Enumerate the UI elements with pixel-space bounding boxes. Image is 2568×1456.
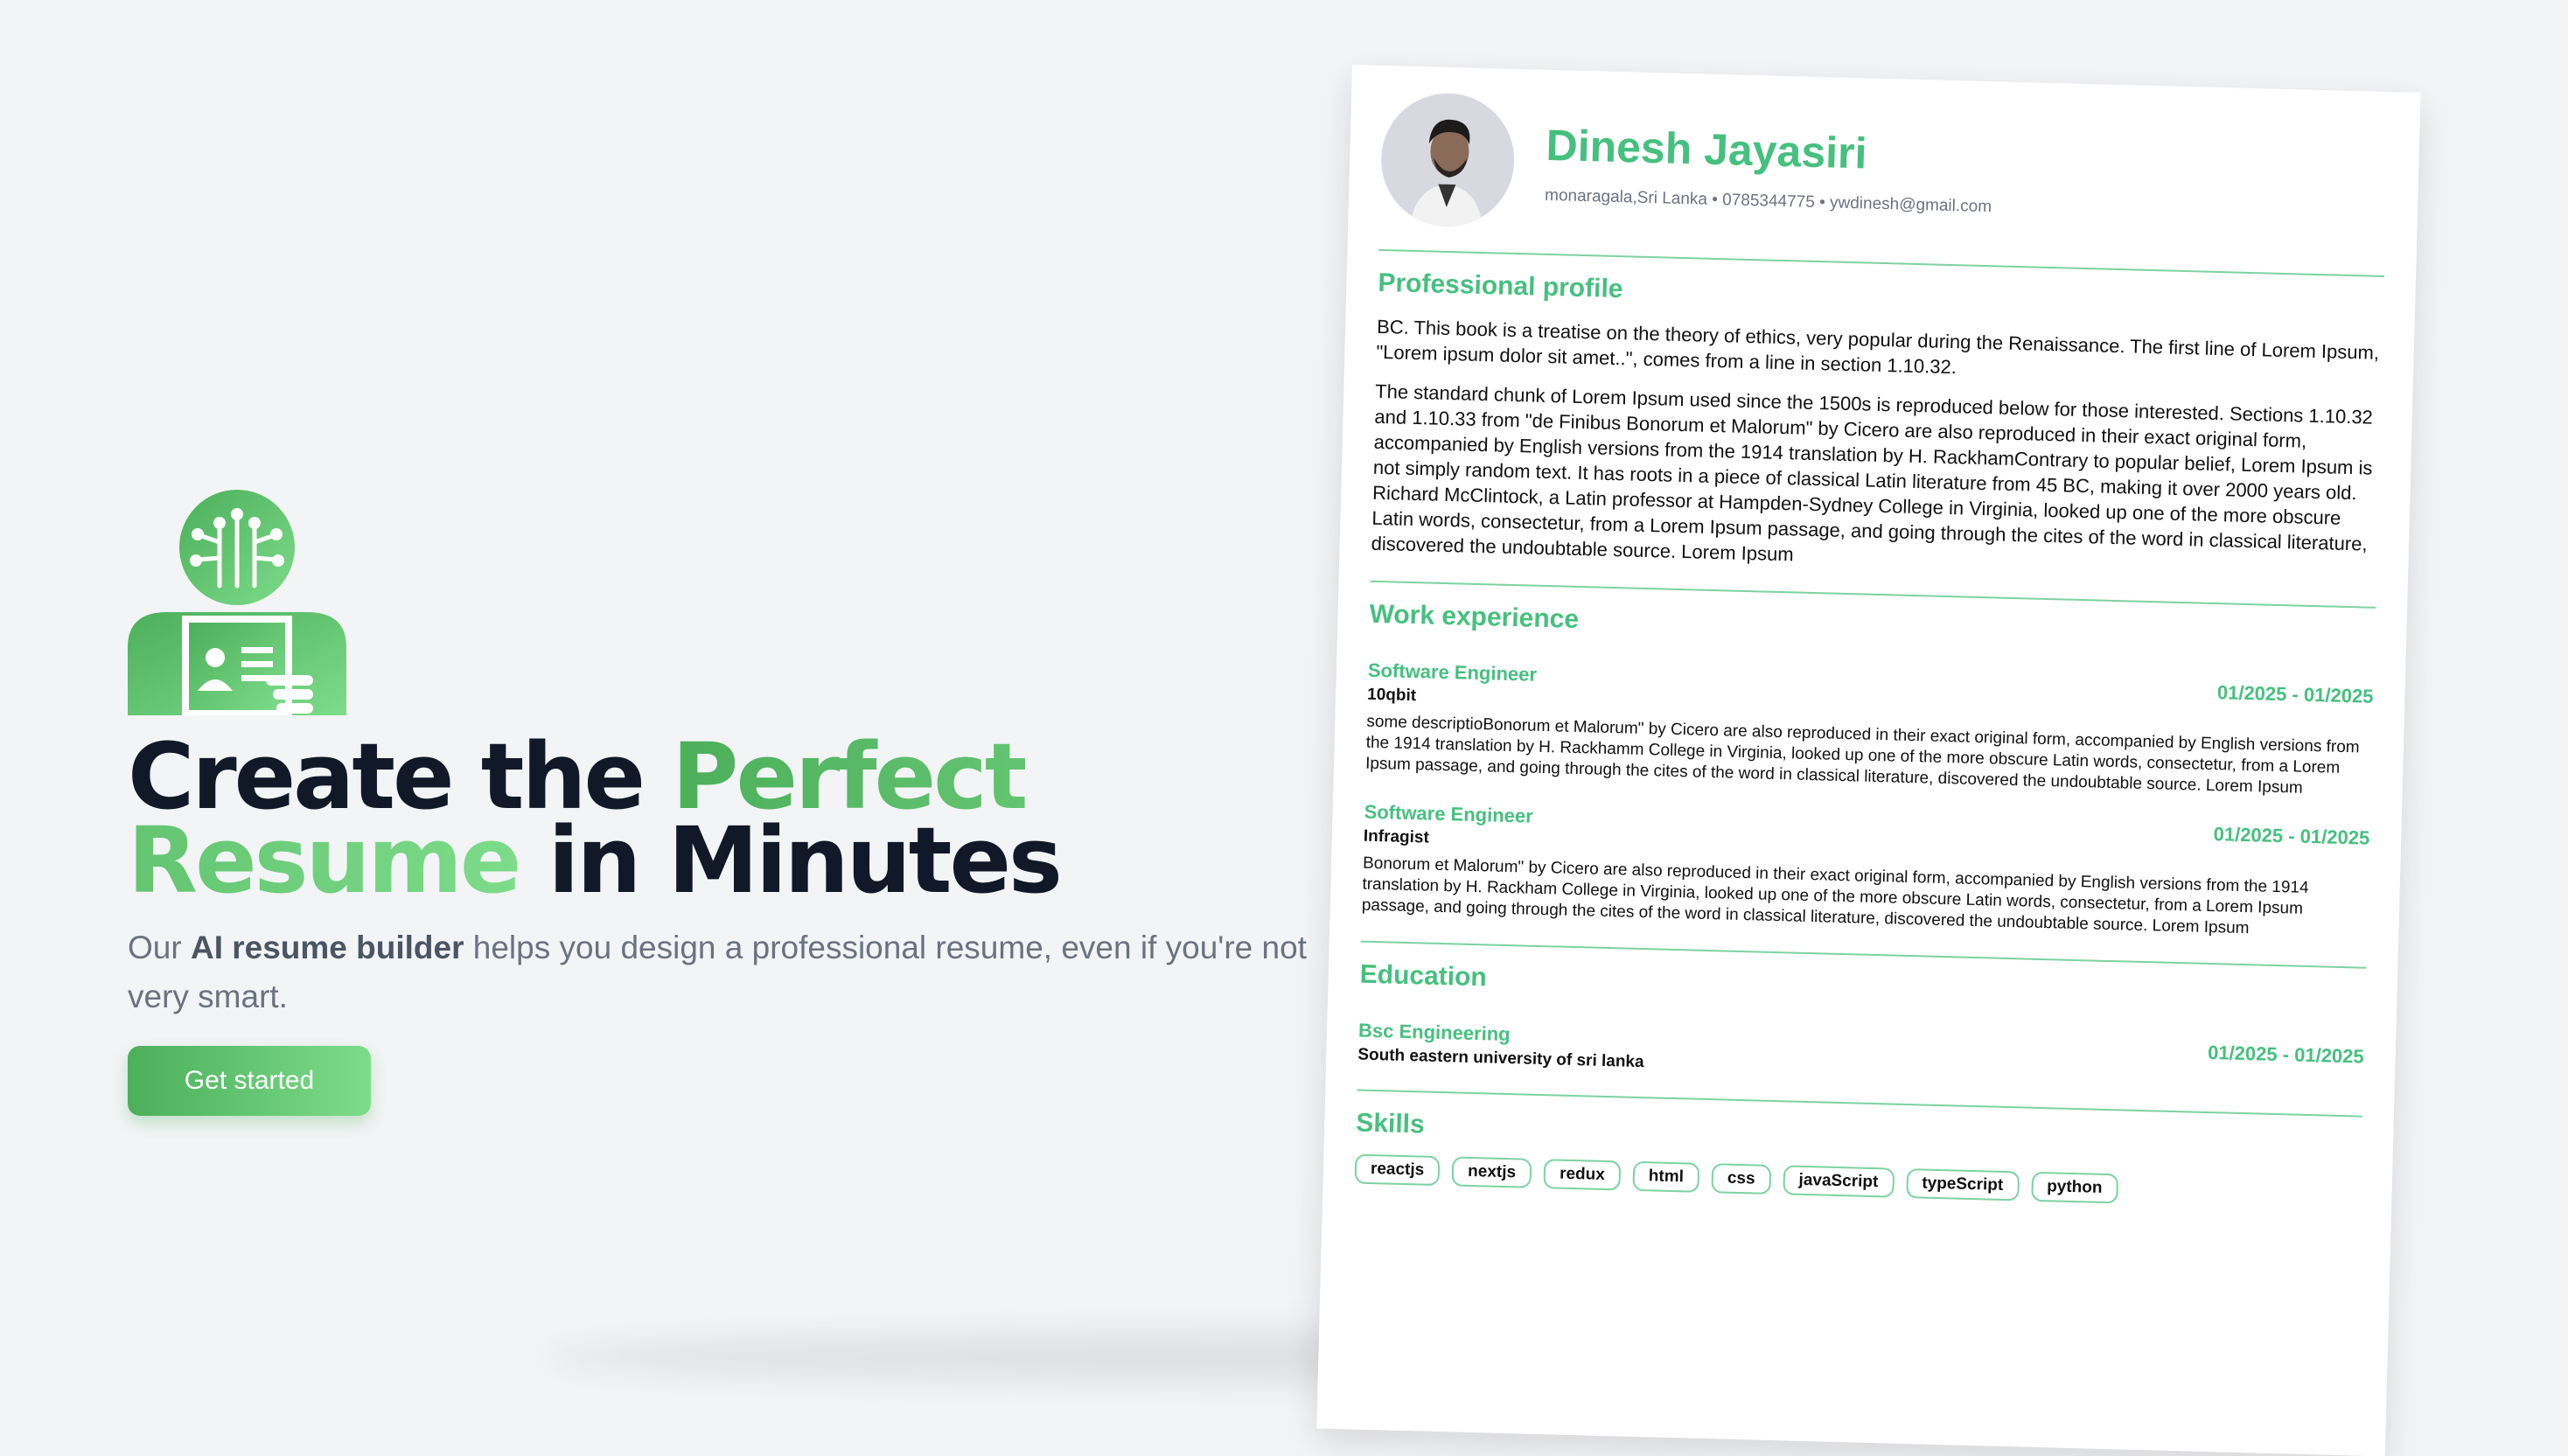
- hero-title: Create the Perfect Resume in Minutes: [128, 731, 1352, 906]
- skill-tag: typeScript: [1905, 1168, 2020, 1202]
- job-title: Software Engineer: [1364, 800, 1534, 827]
- work-item: Software Engineer 10qbit 01/2025 - 01/20…: [1365, 645, 2374, 801]
- ai-resume-robot-icon: [128, 490, 346, 715]
- hero-subtitle: Our AI resume builder helps you design a…: [128, 923, 1317, 1021]
- degree: Bsc Engineering: [1357, 1019, 1511, 1046]
- hero-subtitle-bold: AI resume builder: [190, 930, 464, 965]
- skills-section: Skills reactjs nextjs redux html css jav…: [1354, 1108, 2362, 1210]
- job-date: 01/2025 - 01/2025: [2216, 681, 2374, 707]
- resume-preview: Dinesh Jayasiri monaragala,Sri Lanka • 0…: [1316, 65, 2421, 1456]
- skills-list: reactjs nextjs redux html css javaScript…: [1354, 1153, 2361, 1210]
- skill-tag: python: [2030, 1171, 2118, 1204]
- job-company: Infragist: [1363, 826, 1430, 847]
- education-item: Bsc Engineering South eastern university…: [1357, 1006, 2364, 1091]
- profile-paragraph: BC. This book is a treatise on the theor…: [1376, 315, 2380, 379]
- profile-section: Professional profile BC. This book is a …: [1371, 268, 2383, 582]
- resume-name: Dinesh Jayasiri: [1545, 120, 1868, 178]
- skill-tag: nextjs: [1451, 1156, 1532, 1188]
- work-item: Software Engineer Infragist 01/2025 - 01…: [1362, 787, 2370, 943]
- skills-title: Skills: [1355, 1108, 1426, 1139]
- school: South eastern university of sri lanka: [1357, 1045, 1644, 1072]
- job-title: Software Engineer: [1367, 658, 1538, 686]
- hero-section: Create the Perfect Resume in Minutes Our…: [128, 490, 1352, 1116]
- hero-subtitle-start: Our: [128, 930, 191, 965]
- education-title: Education: [1359, 959, 1488, 993]
- education-section: Education Bsc Engineering South eastern …: [1357, 960, 2366, 1091]
- resume-header: Dinesh Jayasiri monaragala,Sri Lanka • 0…: [1379, 91, 2389, 251]
- skill-tag: reactjs: [1354, 1153, 1441, 1187]
- profile-paragraph: The standard chunk of Lorem Ipsum used s…: [1371, 380, 2374, 566]
- skill-tag: javaScript: [1783, 1165, 1895, 1198]
- resume-header-text: Dinesh Jayasiri monaragala,Sri Lanka • 0…: [1545, 120, 1993, 217]
- skill-tag: redux: [1543, 1159, 1622, 1191]
- profile-title: Professional profile: [1378, 268, 1623, 304]
- get-started-button[interactable]: Get started: [128, 1046, 371, 1116]
- job-company: 10qbit: [1366, 685, 1417, 706]
- work-title: Work experience: [1369, 599, 1580, 634]
- hero-title-end: in Minutes: [519, 807, 1063, 914]
- skill-tag: css: [1711, 1163, 1771, 1195]
- work-section: Work experience Software Engineer 10qbit…: [1362, 600, 2376, 943]
- resume-contact: monaragala,Sri Lanka • 0785344775 • ywdi…: [1544, 185, 1992, 217]
- skill-tag: html: [1632, 1160, 1700, 1193]
- job-date: 01/2025 - 01/2025: [2213, 823, 2370, 849]
- avatar: [1379, 91, 1517, 228]
- education-date: 01/2025 - 01/2025: [2207, 1041, 2365, 1068]
